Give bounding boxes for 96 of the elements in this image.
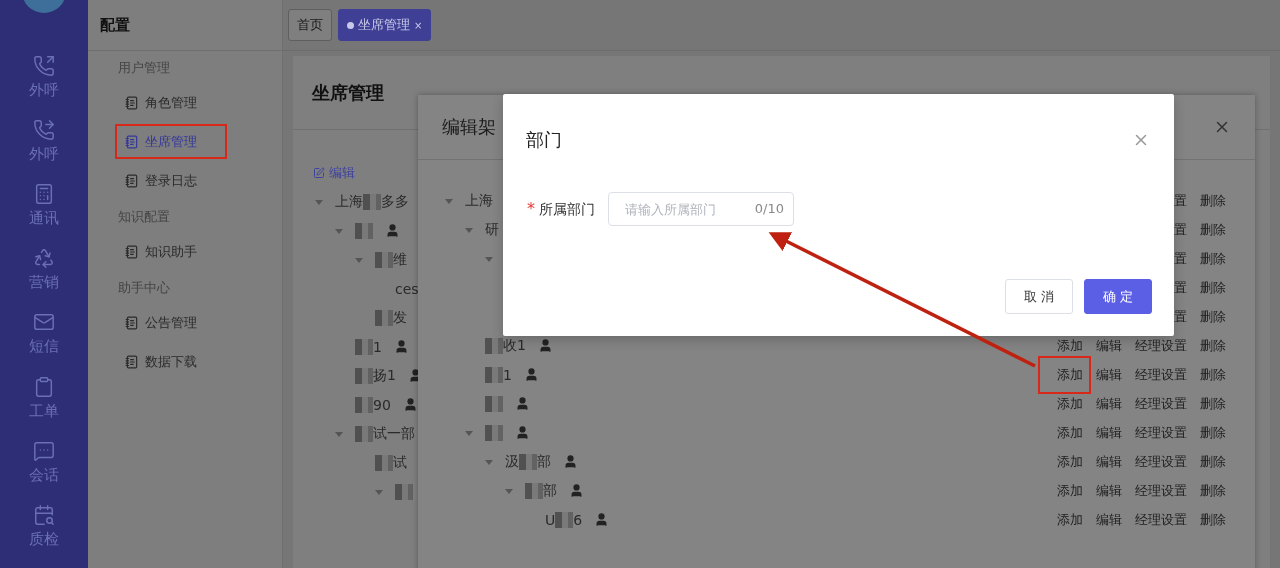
document-icon: [125, 95, 139, 110]
action-link[interactable]: 置: [1174, 307, 1187, 326]
action-link[interactable]: 置: [1174, 191, 1187, 210]
phone-forward-icon: [33, 118, 55, 141]
action-link[interactable]: 编辑: [1096, 336, 1122, 355]
action-link[interactable]: 删除: [1200, 307, 1226, 326]
action-link[interactable]: 删除: [1200, 191, 1226, 210]
node-label: 1: [373, 338, 382, 355]
node-label: 汲: [505, 452, 519, 471]
cancel-button[interactable]: 取 消: [1004, 279, 1073, 314]
node-label: 部: [537, 452, 551, 471]
action-link[interactable]: 经理设置: [1135, 365, 1187, 384]
field-label: 所属部门: [539, 201, 595, 217]
action-link[interactable]: 添加: [1038, 355, 1091, 394]
action-link[interactable]: 删除: [1200, 365, 1226, 384]
node-label: U: [545, 511, 556, 528]
action-link[interactable]: 经理设置: [1135, 481, 1187, 500]
menu-item[interactable]: 数据下载: [115, 344, 227, 379]
node-label: 多多: [381, 192, 409, 211]
document-icon: [125, 354, 139, 369]
action-link[interactable]: 删除: [1200, 336, 1226, 355]
document-icon: [125, 173, 139, 188]
action-link[interactable]: 编辑: [1096, 510, 1122, 529]
close-icon[interactable]: ×: [414, 19, 423, 31]
node-label: 发: [393, 308, 407, 327]
action-link[interactable]: 置: [1174, 220, 1187, 239]
node-label: 上海: [335, 192, 363, 211]
action-link[interactable]: 删除: [1200, 481, 1226, 500]
action-link[interactable]: 添加: [1057, 481, 1083, 500]
action-link[interactable]: 编辑: [1096, 452, 1122, 471]
action-link[interactable]: 编辑: [1096, 365, 1122, 384]
dialog-title: 部门: [526, 128, 562, 152]
node-label: 上海: [465, 191, 493, 210]
recycle-icon: [33, 247, 55, 270]
required-mark: *: [527, 199, 535, 218]
menu-item[interactable]: 角色管理: [115, 85, 227, 120]
phone-outgoing-icon: [33, 54, 55, 77]
nav-item[interactable]: 短信: [29, 311, 59, 376]
menu-item[interactable]: 公告管理: [115, 305, 227, 340]
action-link[interactable]: 编辑: [1096, 394, 1122, 413]
nav-item[interactable]: 外呼: [29, 118, 59, 184]
action-link[interactable]: 删除: [1200, 423, 1226, 442]
action-link[interactable]: 添加: [1057, 336, 1083, 355]
node-label: ces: [395, 280, 419, 297]
node-label: 6: [573, 511, 583, 528]
char-count: 0/10: [754, 201, 784, 216]
action-link[interactable]: 删除: [1200, 278, 1226, 297]
action-link[interactable]: 删除: [1200, 394, 1226, 413]
node-label: 研: [485, 220, 499, 239]
calculator-icon: [33, 183, 55, 206]
action-link[interactable]: 经理设置: [1135, 452, 1187, 471]
nav-item[interactable]: 质检: [29, 503, 59, 568]
calendar-search-icon: [33, 503, 55, 526]
document-icon: [125, 244, 139, 259]
nav-item[interactable]: 通讯: [29, 183, 59, 248]
action-link[interactable]: 编辑: [1096, 423, 1122, 442]
confirm-button[interactable]: 确 定: [1083, 279, 1152, 314]
nav-item[interactable]: 会话: [29, 439, 59, 504]
node-label: 部: [543, 481, 557, 500]
node-label: 1: [503, 366, 512, 383]
action-link[interactable]: 经理设置: [1135, 336, 1187, 355]
tab[interactable]: 坐席管理 ×: [338, 9, 432, 41]
menu-item[interactable]: 知识助手: [115, 234, 227, 269]
action-link[interactable]: 置: [1174, 249, 1187, 268]
action-link[interactable]: 添加: [1057, 423, 1083, 442]
menu-item[interactable]: 坐席管理: [115, 124, 227, 159]
nav-item[interactable]: 工单: [29, 375, 59, 440]
document-icon: [125, 315, 139, 330]
action-link[interactable]: 编辑: [1096, 481, 1122, 500]
action-link[interactable]: 经理设置: [1135, 423, 1187, 442]
nav-item[interactable]: 外呼: [29, 54, 59, 119]
menu-item[interactable]: 登录日志: [115, 163, 227, 198]
action-link[interactable]: 添加: [1057, 394, 1083, 413]
action-link[interactable]: 经理设置: [1135, 394, 1187, 413]
status-dot: [347, 21, 354, 29]
action-link[interactable]: 删除: [1200, 510, 1226, 529]
document-icon: [125, 134, 139, 149]
action-link[interactable]: 删除: [1200, 220, 1226, 239]
clipboard-icon: [33, 375, 55, 398]
action-link[interactable]: 删除: [1200, 452, 1226, 471]
action-link[interactable]: 删除: [1200, 249, 1226, 268]
node-label: 试: [393, 453, 407, 472]
node-label: 90: [373, 396, 391, 413]
section-title: 配置: [88, 0, 282, 51]
node-label: 维: [393, 250, 407, 269]
action-link[interactable]: 添加: [1057, 510, 1083, 529]
node-label: 收1: [503, 336, 526, 355]
action-link[interactable]: 置: [1174, 278, 1187, 297]
action-link[interactable]: 经理设置: [1135, 510, 1187, 529]
action-link[interactable]: 添加: [1057, 452, 1083, 471]
chat-icon: [33, 439, 55, 462]
nav-item[interactable]: 营销: [29, 247, 59, 312]
tab[interactable]: 首页: [288, 9, 332, 41]
edit-icon: [313, 167, 325, 179]
node-label: 试一部: [373, 424, 415, 443]
node-label: 扬1: [373, 366, 396, 385]
